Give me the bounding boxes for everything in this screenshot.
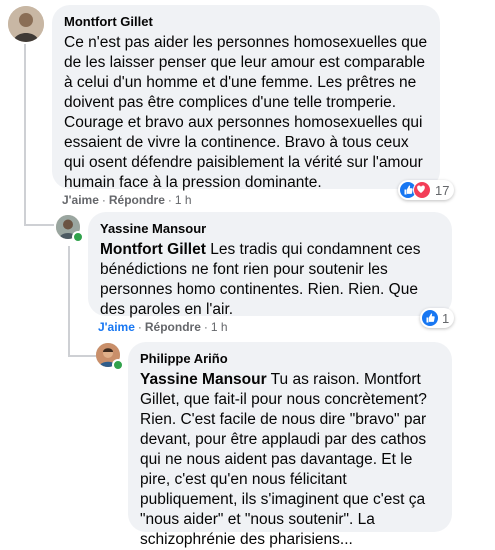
online-status-indicator <box>112 359 124 371</box>
reply-button[interactable]: Répondre <box>145 320 201 334</box>
thread-line-curve-1 <box>24 194 26 224</box>
reply-button[interactable]: Répondre <box>109 193 165 207</box>
person-icon <box>8 6 44 42</box>
online-status-indicator <box>72 231 84 243</box>
reaction-count: 17 <box>435 182 450 198</box>
like-reaction-icon <box>422 310 438 326</box>
thread-line-root <box>24 44 26 194</box>
separator: · <box>167 193 172 207</box>
comment-text: Ce n'est pas aider les personnes homosex… <box>64 34 428 191</box>
separator: · <box>137 320 142 334</box>
love-reaction-icon <box>413 181 431 199</box>
mention-link[interactable]: Yassine Mansour <box>140 371 267 388</box>
comment-bubble: Yassine Mansour Montfort Gillet Les trad… <box>88 212 452 318</box>
comment-body: Tu as raison. Montfort Gillet, que fait-… <box>140 371 427 548</box>
mention-link[interactable]: Montfort Gillet <box>100 241 206 258</box>
comment-author[interactable]: Yassine Mansour <box>100 220 440 237</box>
avatar[interactable] <box>8 6 44 42</box>
comment-actions: J'aime · Répondre · 1 h <box>98 319 228 335</box>
reaction-summary[interactable]: 17 <box>398 180 455 200</box>
thread-line-branch-2 <box>68 355 96 357</box>
like-button[interactable]: J'aime <box>98 320 135 334</box>
timestamp[interactable]: 1 h <box>175 193 192 207</box>
comment-text: Yassine Mansour Tu as raison. Montfort G… <box>140 370 440 550</box>
comment-actions: J'aime · Répondre · 1 h <box>62 192 192 208</box>
comment-author[interactable]: Montfort Gillet <box>64 13 428 30</box>
thread-line-level2 <box>68 246 70 356</box>
comment-author[interactable]: Philippe Ariño <box>140 350 440 367</box>
separator: · <box>203 320 208 334</box>
reaction-count: 1 <box>442 310 450 326</box>
thread-line-branch-1 <box>24 224 54 226</box>
comment-bubble: Montfort Gillet Ce n'est pas aider les p… <box>52 5 440 191</box>
comment-bubble: Philippe Ariño Yassine Mansour Tu as rai… <box>128 342 452 548</box>
comment-text: Montfort Gillet Les tradis qui condamnen… <box>100 240 440 320</box>
like-button[interactable]: J'aime <box>62 193 99 207</box>
timestamp[interactable]: 1 h <box>211 320 228 334</box>
separator: · <box>101 193 106 207</box>
reaction-summary[interactable]: 1 <box>420 308 455 328</box>
